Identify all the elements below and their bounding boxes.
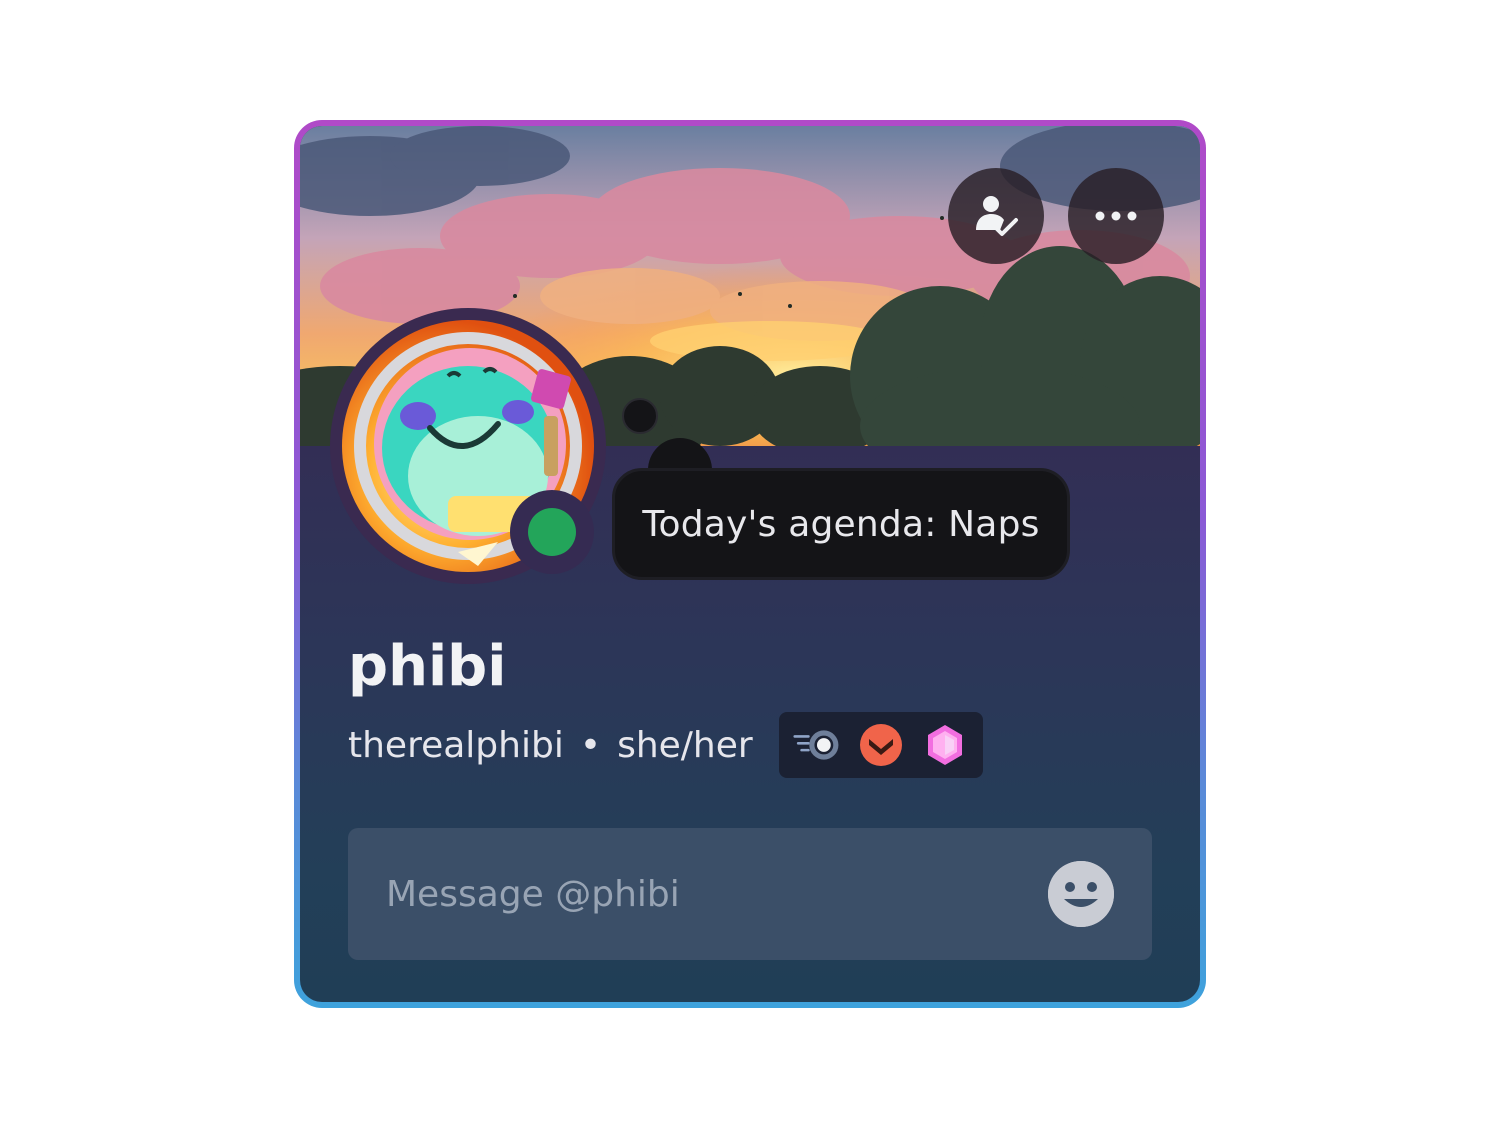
- emoji-button[interactable]: [1048, 861, 1114, 927]
- server-boost-badge[interactable]: [921, 721, 969, 769]
- friend-status-button[interactable]: [948, 168, 1044, 264]
- profile-card-border: Today's agenda: Naps phibi therealphibi …: [294, 120, 1206, 1008]
- more-options-button[interactable]: [1068, 168, 1164, 264]
- badge-list: [778, 712, 983, 778]
- profile-card: Today's agenda: Naps phibi therealphibi …: [300, 126, 1200, 1002]
- more-options-icon: [1095, 211, 1137, 221]
- custom-status-bubble[interactable]: Today's agenda: Naps: [612, 468, 1070, 580]
- display-name: phibi: [348, 634, 507, 699]
- friend-check-icon: [976, 196, 1018, 236]
- thought-bubble-dot-small: [622, 398, 658, 434]
- server-boost-badge-icon: [927, 725, 962, 765]
- nitro-badge-icon: [793, 730, 839, 760]
- custom-status-text: Today's agenda: Naps: [642, 503, 1040, 545]
- message-box: [348, 828, 1152, 960]
- separator-dot: •: [579, 724, 602, 766]
- hypesquad-badge[interactable]: [857, 721, 905, 769]
- nitro-badge[interactable]: [793, 721, 841, 769]
- online-status-indicator: [528, 508, 576, 556]
- emoji-icon: [1048, 861, 1114, 927]
- username: therealphibi: [348, 724, 564, 766]
- pronouns: she/her: [617, 724, 753, 766]
- message-input[interactable]: [386, 873, 1048, 915]
- hypesquad-badge-icon: [859, 724, 902, 766]
- profile-subtitle-row: therealphibi • she/her: [348, 712, 983, 778]
